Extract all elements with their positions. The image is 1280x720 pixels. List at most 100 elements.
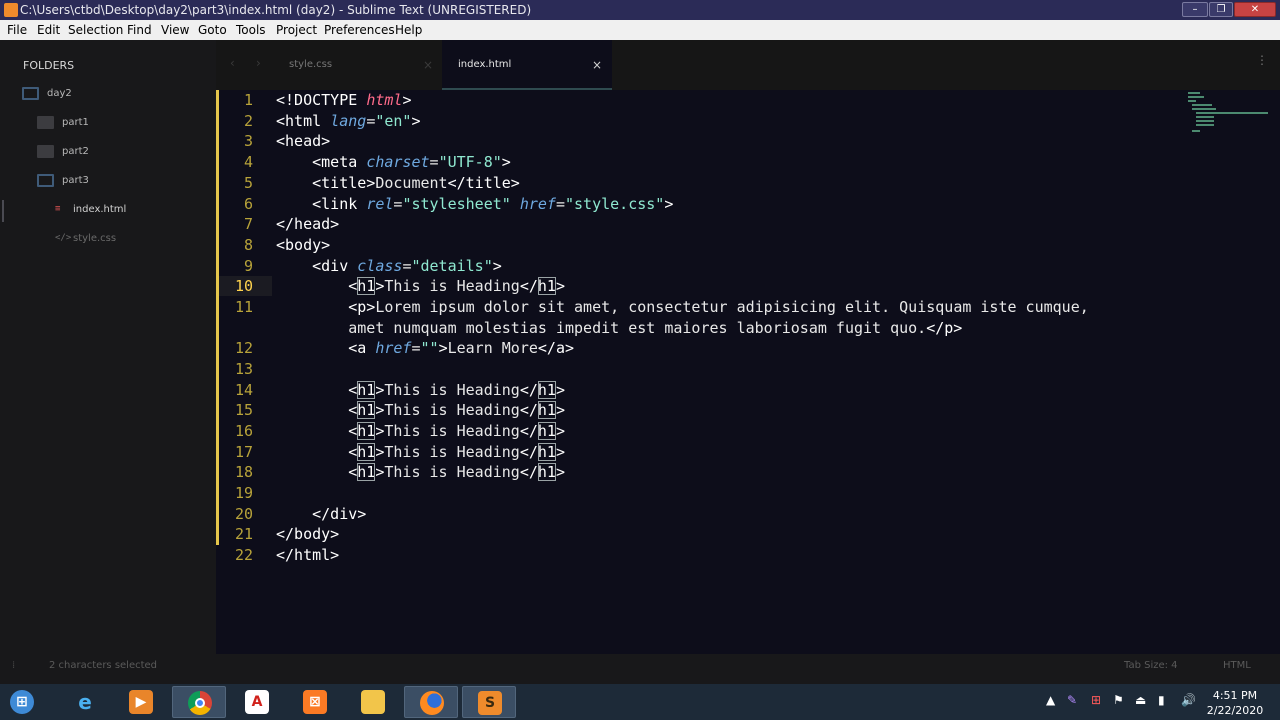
menu-find[interactable]: Find bbox=[127, 20, 152, 40]
sublime-text-icon: S bbox=[478, 691, 502, 715]
usb-icon[interactable]: ⏏ bbox=[1135, 694, 1146, 706]
menu-help[interactable]: Help bbox=[395, 20, 422, 40]
menu-edit[interactable]: Edit bbox=[37, 20, 60, 40]
chrome-icon bbox=[188, 691, 212, 715]
menu-file[interactable]: File bbox=[7, 20, 27, 40]
line-number: 11 bbox=[234, 298, 253, 316]
line-number: 5 bbox=[243, 174, 253, 192]
line-number: 6 bbox=[243, 195, 253, 213]
minimap[interactable] bbox=[1188, 92, 1272, 134]
line-number: 21 bbox=[234, 525, 253, 543]
line-number: 4 bbox=[243, 153, 253, 171]
selection-status: 2 characters selected bbox=[49, 660, 158, 671]
status-bar: ⁞ 2 characters selected Tab Size: 4 HTML bbox=[0, 654, 1280, 684]
code-line: <div class="details"> bbox=[312, 257, 502, 275]
line-number: 2 bbox=[243, 112, 253, 130]
code-line-current: <h1>This is Heading</h1> bbox=[348, 277, 565, 295]
line-number: 13 bbox=[234, 360, 253, 378]
sidebar-item-label: part3 bbox=[62, 175, 89, 186]
panel-toggle-icon[interactable]: ⁞ bbox=[12, 654, 15, 678]
show-hidden-icons[interactable]: ▲ bbox=[1046, 694, 1055, 706]
close-window-button[interactable]: ✕ bbox=[1234, 2, 1276, 17]
taskbar-chrome[interactable] bbox=[172, 686, 226, 718]
sidebar-item-label: part1 bbox=[62, 117, 89, 128]
firefox-icon bbox=[420, 691, 444, 715]
code-area[interactable]: <!DOCTYPE html> <html lang="en"> <head> … bbox=[276, 90, 1089, 564]
tab-style-css[interactable]: style.css × bbox=[246, 40, 442, 90]
menu-bar: File Edit Selection Find View Goto Tools… bbox=[0, 20, 1280, 40]
menu-selection[interactable]: Selection bbox=[68, 20, 123, 40]
sidebar-item-index-html[interactable]: ≡ index.html bbox=[0, 195, 216, 224]
sidebar-item-style-css[interactable]: </> style.css bbox=[0, 224, 216, 253]
code-line: <h1>This is Heading</h1> bbox=[348, 422, 565, 440]
volume-icon[interactable]: 🔊 bbox=[1181, 694, 1196, 706]
html-file-icon: ≡ bbox=[55, 204, 61, 214]
sidebar-item-label: day2 bbox=[47, 88, 72, 99]
media-player-icon: ▶ bbox=[129, 690, 153, 714]
sidebar-item-part1[interactable]: part1 bbox=[0, 108, 216, 137]
app-tray-icon[interactable]: ⊞ bbox=[1091, 694, 1101, 706]
taskbar-file-explorer[interactable] bbox=[346, 686, 400, 718]
sidebar-item-label: style.css bbox=[73, 233, 117, 244]
adobe-reader-icon: A bbox=[245, 690, 269, 714]
start-button[interactable]: ⊞ bbox=[0, 686, 54, 718]
network-icon[interactable]: ▮ bbox=[1158, 694, 1165, 706]
taskbar-xampp[interactable]: ⊠ bbox=[288, 686, 342, 718]
code-editor[interactable]: 1 2 3 4 5 6 7 8 9 10 11 12 13 14 15 16 1… bbox=[216, 90, 1280, 654]
code-line: <link rel="stylesheet" href="style.css"> bbox=[312, 195, 674, 213]
line-number: 14 bbox=[234, 381, 253, 399]
sublime-app-icon bbox=[4, 3, 18, 17]
window-title: C:\Users\ctbd\Desktop\day2\part3\index.h… bbox=[20, 3, 532, 17]
system-clock[interactable]: 4:51 PM 2/22/2020 bbox=[1200, 688, 1270, 718]
menu-view[interactable]: View bbox=[161, 20, 189, 40]
minimize-button[interactable]: – bbox=[1182, 2, 1208, 17]
internet-explorer-icon: e bbox=[78, 690, 92, 714]
line-number: 7 bbox=[243, 215, 253, 233]
sidebar-item-day2[interactable]: day2 bbox=[0, 79, 216, 108]
code-line: <head> bbox=[276, 132, 331, 150]
line-number: 17 bbox=[234, 443, 253, 461]
folder-icon bbox=[361, 690, 385, 714]
line-number: 16 bbox=[234, 422, 253, 440]
menu-goto[interactable]: Goto bbox=[198, 20, 227, 40]
close-tab-icon[interactable]: × bbox=[592, 40, 602, 90]
code-line: </head> bbox=[276, 215, 340, 233]
line-number: 12 bbox=[234, 339, 253, 357]
sidebar-item-label: part2 bbox=[62, 146, 89, 157]
line-number: 8 bbox=[243, 236, 253, 254]
menu-preferences[interactable]: Preferences bbox=[324, 20, 395, 40]
taskbar-media-player[interactable]: ▶ bbox=[114, 686, 168, 718]
clock-time: 4:51 PM bbox=[1212, 689, 1258, 702]
tab-label: index.html bbox=[458, 59, 512, 70]
folders-heading: FOLDERS bbox=[23, 59, 75, 72]
taskbar-internet-explorer[interactable]: e bbox=[58, 686, 112, 718]
code-line: <h1>This is Heading</h1> bbox=[348, 463, 565, 481]
code-line: <h1>This is Heading</h1> bbox=[348, 401, 565, 419]
folder-open-icon bbox=[22, 87, 39, 100]
line-number-current: 10 bbox=[234, 277, 253, 295]
sidebar-item-part3[interactable]: part3 bbox=[0, 166, 216, 195]
syntax-status[interactable]: HTML bbox=[1223, 654, 1251, 678]
line-number: 20 bbox=[234, 505, 253, 523]
chevron-left-icon[interactable]: ‹ bbox=[230, 56, 235, 70]
code-line: <title>Document</title> bbox=[312, 174, 520, 192]
menu-project[interactable]: Project bbox=[276, 20, 317, 40]
close-tab-icon[interactable]: × bbox=[423, 40, 433, 90]
tab-size-status[interactable]: Tab Size: 4 bbox=[1124, 654, 1178, 678]
sidebar-item-part2[interactable]: part2 bbox=[0, 137, 216, 166]
restore-button[interactable]: ❐ bbox=[1209, 2, 1233, 17]
folder-icon bbox=[37, 116, 54, 129]
menu-tools[interactable]: Tools bbox=[236, 20, 266, 40]
more-options-icon[interactable]: ⋮ bbox=[1256, 54, 1268, 66]
notification-tray-icon[interactable]: ⚑ bbox=[1113, 694, 1124, 706]
tab-index-html[interactable]: index.html × bbox=[442, 40, 612, 90]
window-titlebar: C:\Users\ctbd\Desktop\day2\part3\index.h… bbox=[0, 0, 1280, 20]
pen-icon[interactable]: ✎ bbox=[1067, 694, 1077, 706]
taskbar-adobe-reader[interactable]: A bbox=[230, 686, 284, 718]
tab-label: style.css bbox=[289, 59, 333, 70]
taskbar-firefox[interactable] bbox=[404, 686, 458, 718]
code-file-icon: </> bbox=[55, 233, 72, 243]
code-line: <html lang="en"> bbox=[276, 112, 421, 130]
line-number: 18 bbox=[234, 463, 253, 481]
taskbar-sublime-text[interactable]: S bbox=[462, 686, 516, 718]
